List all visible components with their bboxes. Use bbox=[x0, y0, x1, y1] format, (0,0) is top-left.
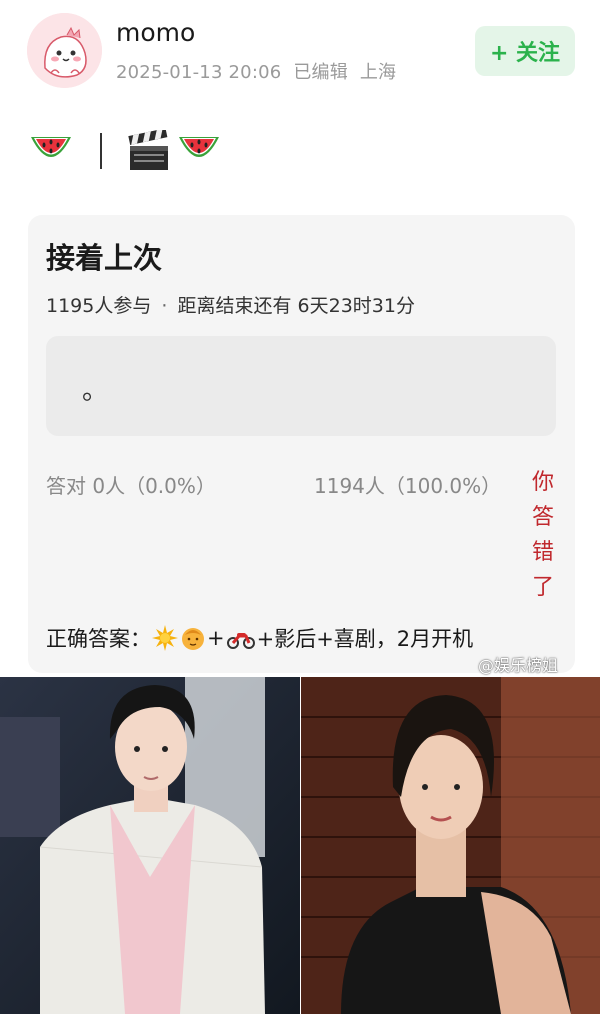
wrong-stat: 1194人（100.0%） bbox=[314, 474, 502, 498]
weibo-watermark: @娱乐榜姐 bbox=[478, 656, 559, 675]
photo-male-actor[interactable] bbox=[0, 677, 300, 1014]
correct-stat: 答对 0人（0.0%） bbox=[46, 474, 216, 498]
post-header: momo 2025-01-13 20:06 已编辑 上海 + 关注 bbox=[0, 0, 600, 110]
poll-participants: 1195人参与 bbox=[46, 295, 152, 317]
location-label: 上海 bbox=[359, 62, 397, 83]
username[interactable]: momo bbox=[116, 18, 195, 47]
post-meta: 2025-01-13 20:06 已编辑 上海 bbox=[116, 58, 402, 84]
photo-male-actor-image bbox=[0, 677, 300, 1014]
answer-plus: + bbox=[207, 626, 225, 650]
edited-label: 已编辑 bbox=[293, 62, 348, 83]
poll-option[interactable]: 。 bbox=[46, 336, 556, 436]
sun-icon bbox=[152, 625, 178, 651]
photo-female-actor-image bbox=[301, 677, 600, 1014]
watermelon-icon bbox=[31, 137, 71, 157]
photo-female-actor[interactable] bbox=[301, 677, 600, 1014]
poll-title: 接着上次 bbox=[46, 241, 163, 275]
poll-option-text: 。 bbox=[82, 376, 109, 406]
follow-button[interactable]: + 关注 bbox=[475, 26, 575, 76]
clapperboard-icon bbox=[128, 130, 168, 170]
baby-face-icon bbox=[182, 628, 204, 650]
correct-answer: 正确答案： + +影后+喜剧，2月开机 bbox=[46, 623, 473, 653]
motorcycle-icon bbox=[226, 633, 255, 649]
result-badge: 你答错了 bbox=[531, 470, 554, 600]
poll-countdown: 距离结束还有 6天23时31分 bbox=[177, 295, 415, 317]
post-timestamp: 2025-01-13 20:06 bbox=[116, 62, 282, 83]
watermelon-icon bbox=[179, 137, 219, 157]
dino-avatar-icon bbox=[27, 13, 102, 88]
answer-label: 正确答案： bbox=[46, 627, 151, 651]
post-emoji-line bbox=[28, 128, 222, 174]
poll-info: 1195人参与 · 距离结束还有 6天23时31分 bbox=[46, 291, 415, 318]
answer-text: +影后+喜剧，2月开机 bbox=[256, 627, 474, 651]
poll-card: 接着上次 1195人参与 · 距离结束还有 6天23时31分 。 答对 0人（0… bbox=[28, 215, 575, 673]
poll-info-separator: · bbox=[161, 295, 168, 317]
avatar[interactable] bbox=[27, 13, 102, 88]
separator-bar bbox=[100, 133, 102, 169]
